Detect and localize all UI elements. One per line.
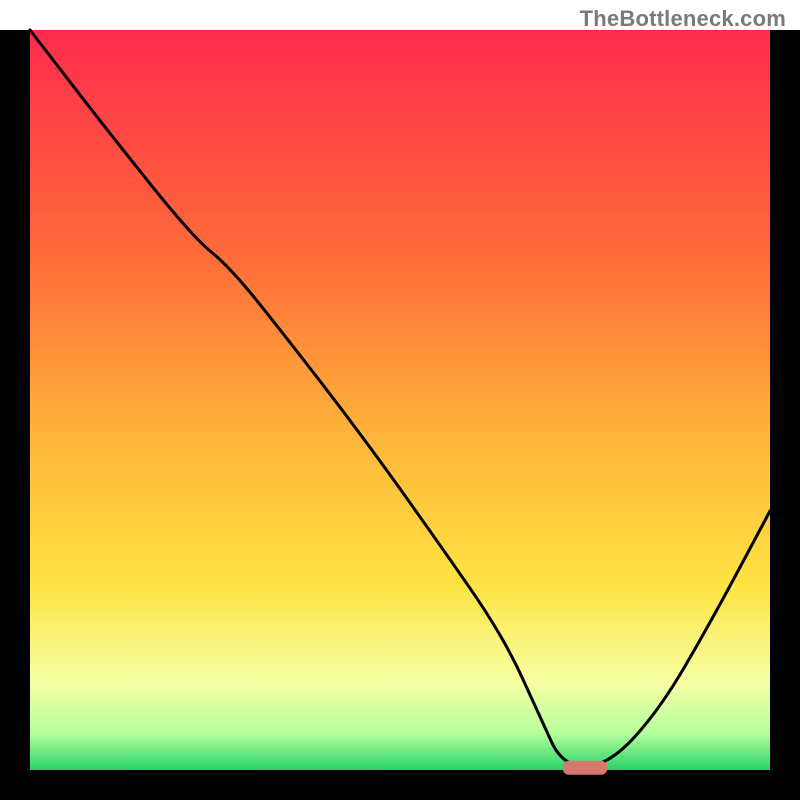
chart-background-gradient — [30, 30, 770, 770]
optimal-range-marker — [563, 761, 607, 775]
bottleneck-chart — [0, 0, 800, 800]
watermark-text: TheBottleneck.com — [580, 6, 786, 32]
